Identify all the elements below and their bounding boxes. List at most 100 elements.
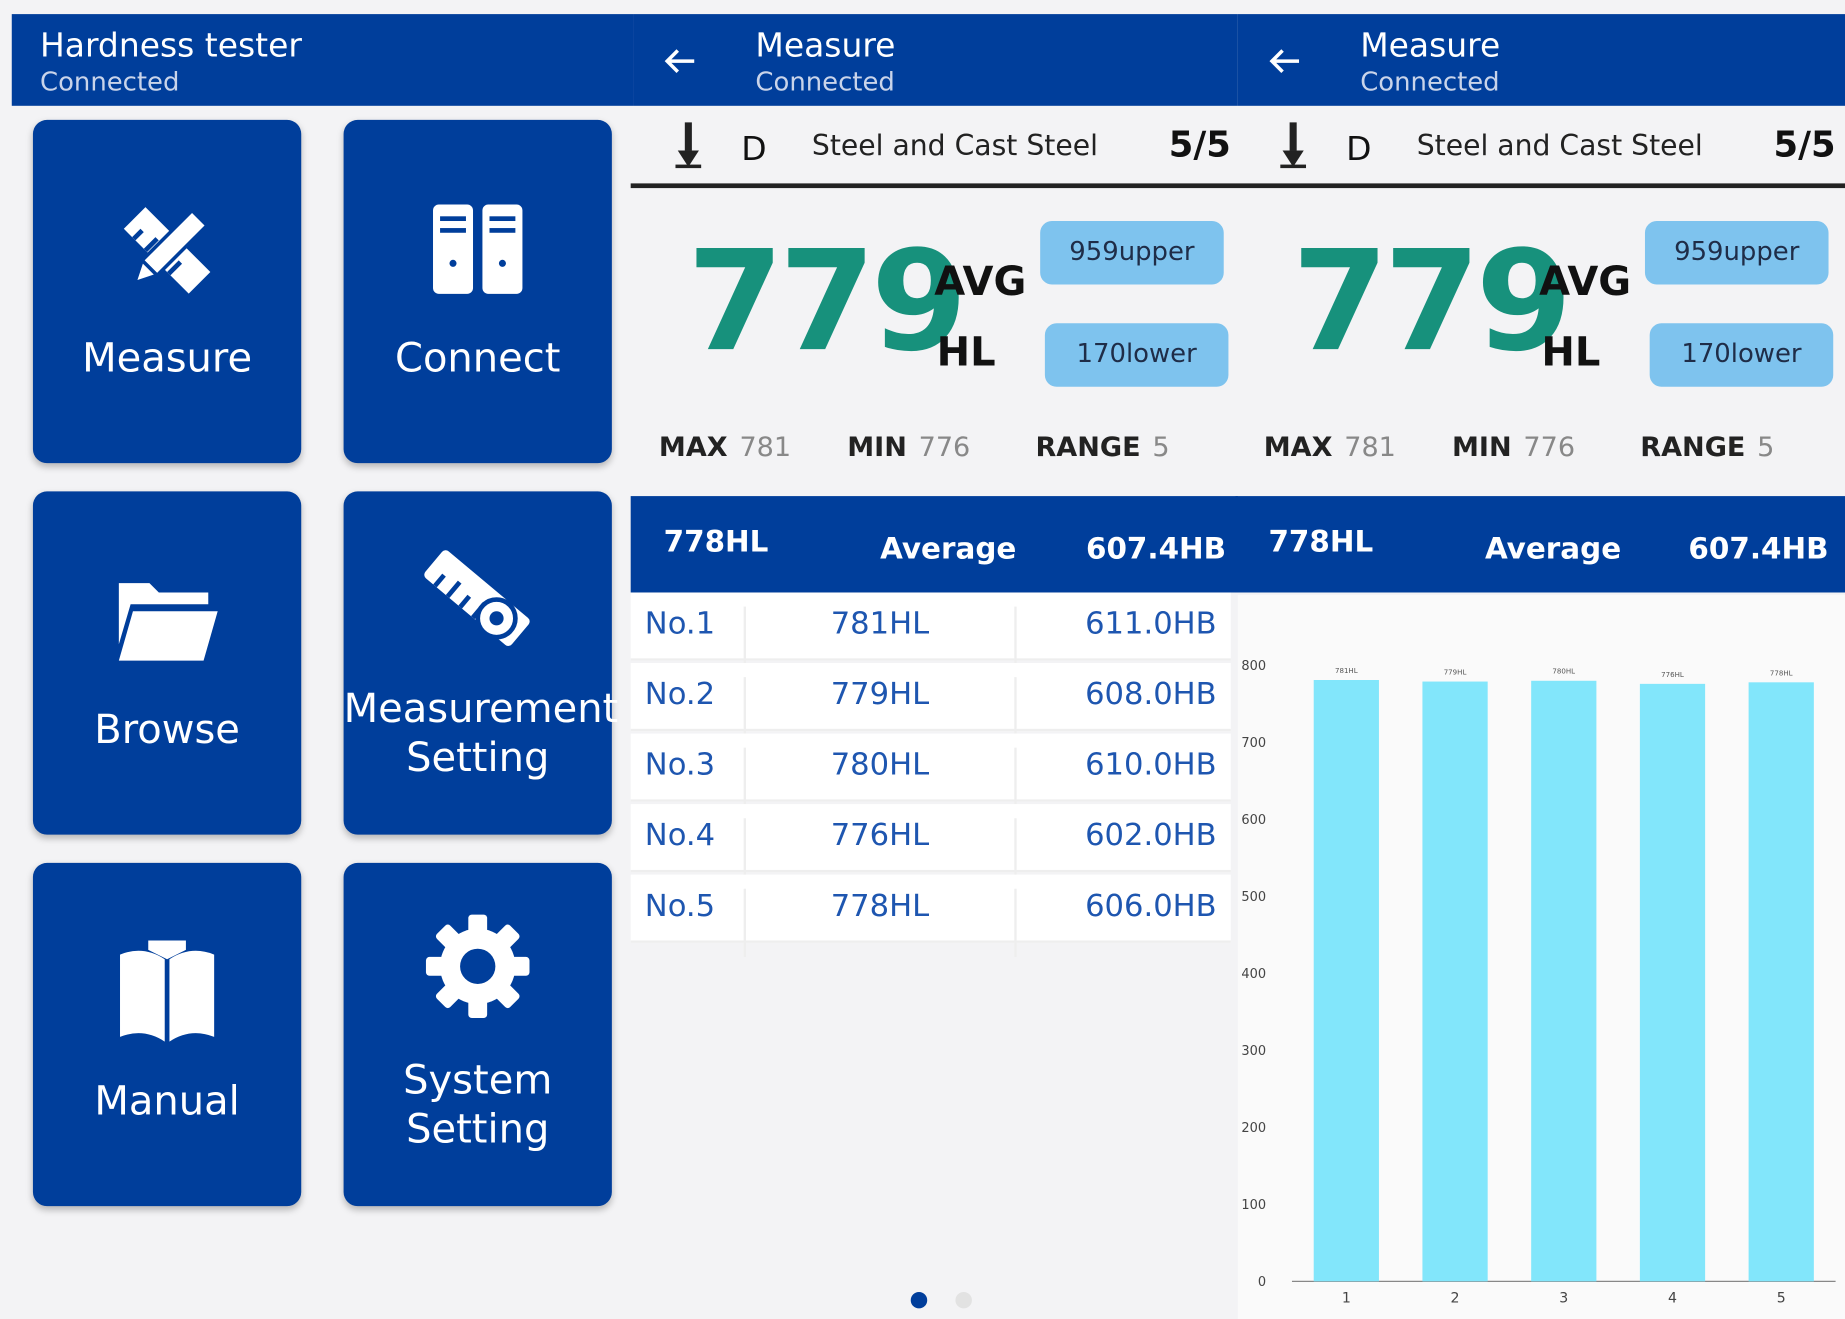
measurement-setting-tile-label: Measurement Setting (343, 685, 619, 782)
row-hb-value: 606.0HB (1085, 888, 1217, 925)
browse-tile[interactable]: Browse (32, 491, 302, 835)
row-hb-value: 610.0HB (1085, 747, 1217, 783)
probe-info-bar: D Steel and Cast Steel 5/5 (631, 115, 1231, 188)
table-row[interactable]: No.5 778HL 606.0HB (630, 874, 1231, 957)
y-tick-label: 300 (1241, 1044, 1266, 1059)
average-summary-bar: 778HL Average 607.4HB (1235, 496, 1845, 593)
measurement-setting-tile[interactable]: Measurement Setting (343, 491, 619, 835)
min-label: MIN (847, 432, 907, 464)
back-arrow-icon[interactable] (1261, 38, 1308, 85)
measure-tile-label: Measure (82, 335, 253, 383)
max-label: MAX (658, 432, 728, 464)
bar-value-label: 780HL (1552, 667, 1575, 676)
unit-label: HL (936, 329, 996, 377)
average-value: 779 (687, 219, 967, 383)
row-hl-value: 776HL (830, 818, 930, 854)
table-row[interactable]: No.2 779HL 608.0HB (630, 663, 1231, 746)
row-hl-value: 781HL (830, 606, 930, 642)
chart-bar (1531, 680, 1597, 1282)
column-divider (743, 888, 747, 957)
lower-limit-button[interactable]: 170lower (1649, 323, 1834, 387)
measure-chart-app-bar: Measure Connected (1237, 14, 1845, 106)
book-icon (33, 938, 301, 1046)
gear-icon (344, 912, 612, 1020)
measure-count: 5/5 (1168, 124, 1231, 166)
chart-bar (1748, 682, 1814, 1282)
y-tick-label: 100 (1241, 1198, 1266, 1213)
measure-status: Connected (755, 68, 895, 98)
table-row[interactable]: No.3 780HL 610.0HB (630, 733, 1231, 816)
x-tick-label: 3 (1559, 1291, 1568, 1307)
table-row[interactable]: No.4 776HL 602.0HB (630, 804, 1231, 887)
browse-tile-label: Browse (94, 706, 240, 754)
max-value: 781 (1344, 432, 1396, 464)
column-divider (1014, 888, 1017, 957)
y-tick-label: 700 (1241, 736, 1266, 751)
upper-limit-button[interactable]: 959upper (1040, 221, 1224, 285)
row-number: No.4 (644, 818, 716, 854)
summary-label: Average (880, 531, 1017, 566)
y-tick-label: 200 (1241, 1121, 1266, 1136)
connect-tile-label: Connect (395, 335, 561, 383)
average-summary-bar: 778HL Average 607.4HB (630, 496, 1238, 593)
min-label: MIN (1451, 432, 1512, 464)
probe-icon (1280, 122, 1307, 169)
summary-hb: 607.4HB (1688, 531, 1829, 566)
range-value: 5 (1757, 432, 1775, 464)
y-tick-label: 0 (1258, 1275, 1266, 1290)
material-label[interactable]: Steel and Cast Steel (812, 129, 1098, 162)
lower-limit-button[interactable]: 170lower (1044, 323, 1229, 387)
measure-chart-status: Connected (1360, 68, 1500, 98)
x-tick-label: 4 (1668, 1291, 1677, 1307)
y-tick-label: 600 (1241, 813, 1266, 828)
bar-value-label: 776HL (1661, 670, 1684, 679)
row-number: No.2 (644, 677, 716, 713)
system-setting-tile-label: System Setting (403, 1056, 553, 1154)
measure-title: Measure (755, 25, 896, 65)
y-tick-label: 400 (1241, 967, 1266, 982)
home-title: Hardness tester (40, 25, 302, 65)
page-indicator-inactive[interactable] (955, 1291, 972, 1309)
probe-icon (675, 122, 702, 169)
x-tick-label: 2 (1451, 1291, 1460, 1307)
measure-tile[interactable]: Measure (32, 119, 302, 464)
manual-tile-label: Manual (94, 1078, 240, 1126)
avg-label: AVG (934, 258, 1027, 306)
page-indicator-active[interactable] (910, 1291, 928, 1309)
back-arrow-icon[interactable] (657, 38, 704, 85)
y-tick-label: 800 (1241, 659, 1266, 674)
row-hl-value: 779HL (830, 677, 930, 713)
home-app-bar: Hardness tester Connected (11, 14, 634, 106)
material-label[interactable]: Steel and Cast Steel (1417, 129, 1703, 162)
divider (1235, 183, 1845, 189)
row-hl-value: 778HL (830, 888, 930, 925)
table-row[interactable]: No.1 781HL 611.0HB (630, 592, 1231, 675)
summary-hl: 778HL (663, 524, 769, 559)
row-hl-value: 780HL (830, 747, 930, 783)
hardness-bar-chart: 0 100 200 300 400 500 600 700 800 781HL 1 779HL 2 780… (1241, 659, 1836, 1307)
probe-type: D (741, 129, 767, 169)
x-tick-label: 1 (1342, 1291, 1351, 1307)
row-number: No.5 (644, 888, 716, 925)
average-value: 779 (1291, 219, 1572, 383)
row-number: No.3 (644, 747, 716, 783)
upper-limit-button[interactable]: 959upper (1644, 221, 1829, 285)
system-setting-tile[interactable]: System Setting (343, 862, 612, 1207)
probe-type: D (1346, 129, 1372, 169)
manual-tile[interactable]: Manual (32, 862, 302, 1207)
x-tick-label: 5 (1777, 1291, 1786, 1307)
home-status: Connected (40, 68, 180, 98)
row-hb-value: 608.0HB (1085, 677, 1217, 713)
row-hb-value: 602.0HB (1085, 818, 1217, 854)
measure-chart-title: Measure (1360, 25, 1501, 65)
probe-info-bar-chart: D Steel and Cast Steel 5/5 (1235, 115, 1836, 188)
range-value: 5 (1152, 432, 1170, 464)
bar-value-label: 781HL (1335, 666, 1358, 675)
measure-app-bar: Measure Connected (633, 14, 1238, 106)
chart-bar (1422, 681, 1488, 1282)
connect-tile[interactable]: Connect (343, 119, 612, 464)
device-pair-icon (344, 202, 612, 296)
min-value: 776 (918, 432, 971, 464)
ruler-gear-icon (344, 538, 612, 656)
min-value: 776 (1523, 432, 1576, 464)
